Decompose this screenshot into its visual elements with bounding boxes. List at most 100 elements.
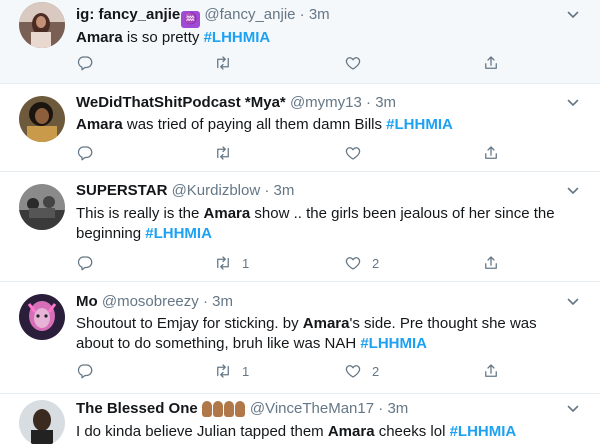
text-segment: Shoutout to Emjay for sticking. by (76, 315, 303, 332)
tweet[interactable]: ig: fancy_anjie ♒ @fancy_anjie · 3m Amara… (0, 0, 600, 84)
like-count: 2 (372, 363, 380, 379)
tweet-text: This is really is the Amara show .. the … (76, 204, 576, 244)
display-name[interactable]: ig: fancy_anjie (76, 6, 180, 23)
share-icon (485, 364, 497, 377)
share-icon (485, 146, 497, 159)
tweet-header: ig: fancy_anjie ♒ @fancy_anjie · 3m (76, 5, 330, 28)
like-button[interactable] (344, 53, 372, 73)
display-name[interactable]: WeDidThatShitPodcast *Mya* (76, 94, 286, 111)
mention-keyword: Amara (302, 315, 350, 332)
mention-keyword: Amara (76, 29, 123, 46)
text-segment: is so pretty (122, 29, 204, 46)
user-handle[interactable]: @Kurdizblow (172, 182, 261, 199)
separator-dot: · (264, 182, 270, 199)
reply-button[interactable] (76, 53, 94, 73)
aquarius-emoji: ♒ (181, 11, 201, 28)
display-name[interactable]: SUPERSTAR (76, 182, 167, 199)
avatar[interactable] (19, 400, 65, 444)
share-icon (485, 56, 497, 69)
like-button[interactable] (344, 143, 372, 163)
hashtag-link[interactable]: #LHHMIA (360, 335, 427, 352)
retweet-icon (217, 364, 229, 378)
user-handle[interactable]: @mymy13 (290, 94, 362, 111)
share-button[interactable] (482, 143, 500, 163)
tweet-text: I do kinda believe Julian tapped them Am… (76, 422, 586, 442)
share-button[interactable] (482, 53, 500, 73)
timestamp[interactable]: 3m (212, 293, 233, 310)
separator-dot: · (202, 293, 208, 310)
tweet[interactable]: The Blessed One @VinceTheMan17 · 3m I do… (0, 394, 600, 444)
reply-icon (77, 364, 93, 379)
hashtag-link[interactable]: #LHHMIA (145, 225, 212, 242)
avatar[interactable] (19, 294, 65, 340)
user-handle[interactable]: @fancy_anjie (204, 6, 295, 23)
retweet-icon (217, 56, 229, 70)
tweet-text: Shoutout to Emjay for sticking. by Amara… (76, 314, 576, 354)
retweet-button[interactable]: 1 (214, 253, 249, 273)
chevron-down-icon[interactable] (567, 185, 579, 197)
tweet[interactable]: WeDidThatShitPodcast *Mya* @mymy13 · 3m … (0, 84, 600, 172)
timestamp[interactable]: 3m (309, 6, 330, 23)
tweet[interactable]: SUPERSTAR @Kurdizblow · 3m This is reall… (0, 172, 600, 282)
reply-icon (77, 56, 93, 71)
share-icon (485, 256, 497, 269)
retweet-count: 1 (242, 363, 250, 379)
tweet-actions: 1 2 (76, 253, 506, 273)
chevron-down-icon[interactable] (567, 403, 579, 415)
avatar[interactable] (19, 184, 65, 230)
tweet-actions (76, 53, 506, 73)
like-icon (345, 257, 361, 270)
chevron-down-icon[interactable] (567, 9, 579, 21)
timestamp[interactable]: 3m (375, 94, 396, 111)
tweet[interactable]: Mo @mosobreezy · 3m Shoutout to Emjay fo… (0, 282, 600, 394)
hashtag-link[interactable]: #LHHMIA (386, 116, 453, 133)
user-handle[interactable]: @mosobreezy (102, 293, 199, 310)
chevron-down-icon[interactable] (567, 296, 579, 308)
retweet-button[interactable]: 1 (214, 361, 249, 381)
retweet-button[interactable] (214, 53, 242, 73)
retweet-button[interactable] (214, 143, 242, 163)
reply-icon (77, 146, 93, 161)
hashtag-link[interactable]: #LHHMIA (204, 29, 271, 46)
tweet-text: Amara was tried of paying all them damn … (76, 115, 586, 135)
retweet-icon (217, 256, 229, 270)
tweet-header: SUPERSTAR @Kurdizblow · 3m (76, 181, 294, 201)
share-button[interactable] (482, 253, 500, 273)
separator-dot: · (378, 400, 384, 417)
like-button[interactable]: 2 (344, 361, 379, 381)
display-name[interactable]: Mo (76, 293, 98, 310)
retweet-count: 1 (242, 255, 250, 271)
avatar[interactable] (19, 2, 65, 48)
separator-dot: · (299, 6, 305, 23)
avatar[interactable] (19, 96, 65, 142)
tweet-header: WeDidThatShitPodcast *Mya* @mymy13 · 3m (76, 93, 396, 113)
separator-dot: · (366, 94, 372, 111)
tweet-actions: 1 2 (76, 361, 506, 381)
text-segment: was tried of paying all them damn Bills (122, 116, 387, 133)
mention-keyword: Amara (76, 116, 123, 133)
share-button[interactable] (482, 361, 500, 381)
reply-button[interactable] (76, 143, 94, 163)
timestamp[interactable]: 3m (387, 400, 408, 417)
timestamp[interactable]: 3m (274, 182, 295, 199)
reply-button[interactable] (76, 253, 94, 273)
like-button[interactable]: 2 (344, 253, 379, 273)
reply-icon (77, 256, 93, 271)
retweet-icon (217, 146, 229, 160)
text-segment: I do kinda believe Julian tapped them (76, 423, 328, 440)
display-name[interactable]: The Blessed One (76, 400, 198, 417)
user-handle[interactable]: @VinceTheMan17 (250, 400, 374, 417)
mention-keyword: Amara (203, 205, 251, 222)
tweet-header: Mo @mosobreezy · 3m (76, 292, 233, 312)
reply-button[interactable] (76, 361, 94, 381)
like-icon (345, 147, 361, 160)
like-icon (345, 57, 361, 70)
mention-keyword: Amara (327, 423, 375, 440)
text-segment: This is really is the (76, 205, 204, 222)
chevron-down-icon[interactable] (567, 97, 579, 109)
text-segment: cheeks lol (374, 423, 450, 440)
raising-hands-emoji (201, 401, 246, 423)
tweet-actions (76, 143, 506, 163)
hashtag-link[interactable]: #LHHMIA (450, 423, 517, 440)
like-icon (345, 365, 361, 378)
